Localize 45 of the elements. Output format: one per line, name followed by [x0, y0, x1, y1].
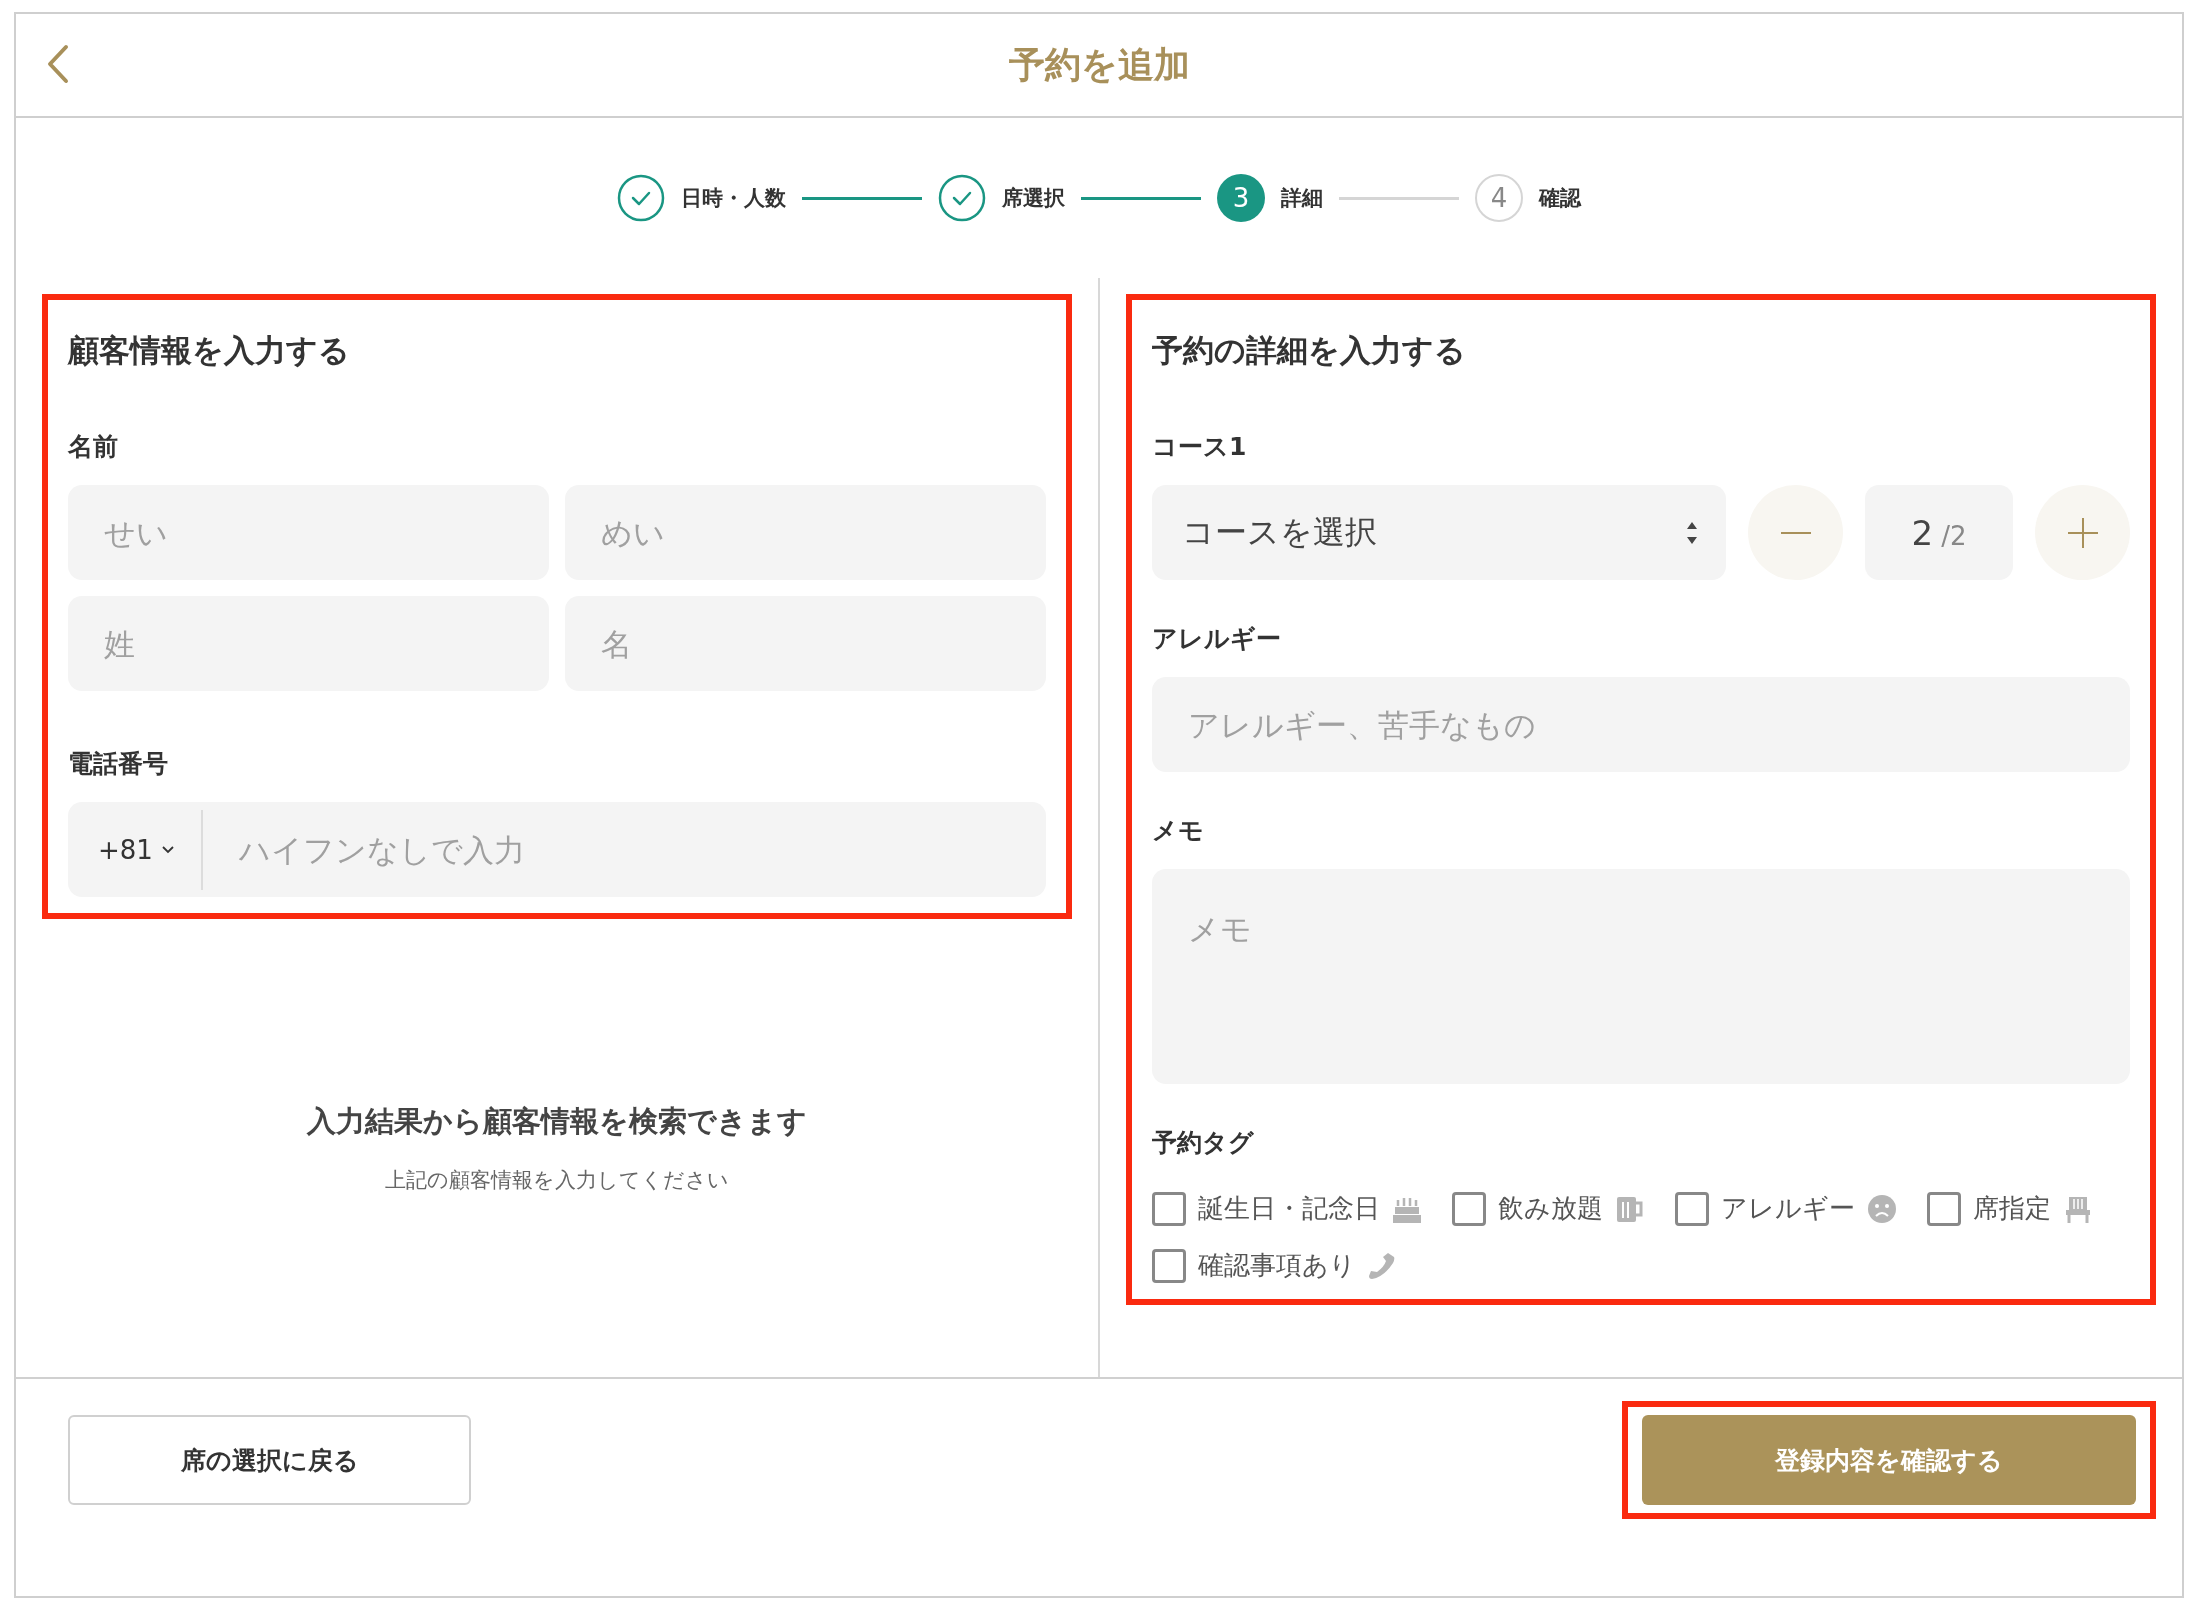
plus-icon	[2067, 517, 2098, 548]
input-field[interactable]: 名	[565, 596, 1046, 691]
tag-label: アレルギー	[1721, 1192, 1855, 1225]
checkbox[interactable]	[1452, 1191, 1486, 1226]
field-label: アレルギー	[1152, 623, 1282, 655]
tag-label: 誕生日・記念日	[1198, 1192, 1380, 1225]
chevron-left-icon	[46, 44, 70, 84]
tag-label: 席指定	[1973, 1192, 2051, 1225]
section-heading: 顧客情報を入力する	[68, 331, 351, 370]
back-button[interactable]	[46, 44, 70, 84]
phone-field[interactable]: +81 ハイフンなしで入力	[68, 802, 1046, 897]
step-label: 日時・人数	[681, 185, 786, 212]
sad-face-icon	[1867, 1193, 1897, 1224]
search-hint-title: 入力結果から顧客情報を検索できます	[307, 1103, 807, 1140]
tag-label: 飲み放題	[1498, 1192, 1603, 1225]
page-title: 予約を追加	[1008, 42, 1190, 87]
checkbox[interactable]	[1675, 1191, 1709, 1226]
field-label: コース1	[1152, 431, 1248, 463]
minus-icon	[1780, 530, 1811, 535]
field-label: 名前	[68, 431, 119, 463]
memo-textarea[interactable]: メモ	[1152, 869, 2130, 1084]
quantity-field[interactable]: 2 /2	[1865, 485, 2013, 580]
step-label: 席選択	[1002, 185, 1065, 212]
section-heading: 予約の詳細を入力する	[1152, 331, 1467, 370]
search-hint-subtitle: 上記の顧客情報を入力してください	[385, 1167, 729, 1194]
step-label: 確認	[1539, 185, 1581, 212]
step-label: 詳細	[1281, 185, 1323, 212]
phone-icon	[1368, 1250, 1396, 1281]
step-number: 4	[1475, 174, 1523, 222]
input-field[interactable]: せい	[68, 485, 549, 580]
country-code-dropdown[interactable]: +81	[68, 834, 201, 865]
checkbox[interactable]	[1152, 1248, 1186, 1283]
field-label: 予約タグ	[1152, 1127, 1255, 1159]
field-label: 電話番号	[68, 748, 169, 780]
course-select[interactable]: コースを選択	[1152, 485, 1726, 580]
back-to-seat-selection-button[interactable]: 席の選択に戻る	[68, 1415, 471, 1505]
tag-label: 確認事項あり	[1198, 1249, 1356, 1282]
checkbox[interactable]	[1152, 1191, 1186, 1226]
field-label: メモ	[1152, 815, 1205, 847]
input-field[interactable]: アレルギー、苦手なもの	[1152, 677, 2130, 772]
input-field[interactable]: 姓	[68, 596, 549, 691]
step-number: 3	[1217, 174, 1265, 222]
chevron-down-icon	[160, 844, 175, 855]
checkbox[interactable]	[1927, 1191, 1961, 1226]
input-field[interactable]: めい	[565, 485, 1046, 580]
